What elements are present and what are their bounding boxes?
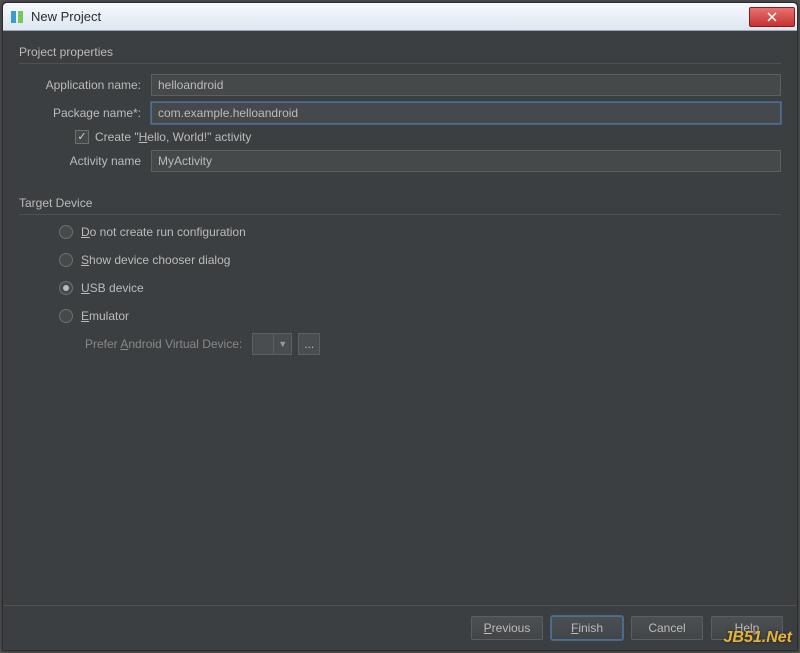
label-package-name: Package name*:	[19, 106, 151, 120]
input-activity-name[interactable]	[151, 150, 781, 172]
row-package-name: Package name*:	[19, 102, 781, 124]
finish-button[interactable]: Finish	[551, 616, 623, 640]
label-activity-name: Activity name	[19, 154, 151, 168]
dialog-window: New Project Project properties Applicati…	[2, 2, 798, 651]
label-create-hello-world: Create "Hello, World!" activity	[95, 130, 251, 144]
label-application-name: Application name:	[19, 78, 151, 92]
radio-row-emulator: Emulator	[59, 309, 781, 323]
label-usb: USB device	[81, 281, 144, 295]
label-emulator: Emulator	[81, 309, 129, 323]
help-button[interactable]: Help	[711, 616, 783, 640]
label-no-config: Do not create run configuration	[81, 225, 246, 239]
browse-avd-button[interactable]: ...	[298, 333, 320, 355]
radio-usb[interactable]	[59, 281, 73, 295]
target-device-section: Target Device Do not create run configur…	[19, 196, 781, 355]
row-activity-name: Activity name	[19, 150, 781, 172]
radio-group-target-device: Do not create run configuration Show dev…	[59, 225, 781, 355]
checkbox-create-hello-world[interactable]	[75, 130, 89, 144]
previous-button[interactable]: Previous	[471, 616, 543, 640]
window-title: New Project	[31, 9, 749, 24]
radio-chooser[interactable]	[59, 253, 73, 267]
close-button[interactable]	[749, 7, 795, 27]
separator	[19, 214, 781, 215]
label-prefer-avd: Prefer Android Virtual Device:	[85, 337, 242, 351]
separator	[19, 63, 781, 64]
chevron-down-icon: ▼	[273, 334, 291, 354]
titlebar: New Project	[3, 3, 797, 31]
app-icon	[9, 9, 25, 25]
project-properties-section: Project properties Application name: Pac…	[19, 45, 781, 172]
combo-avd[interactable]: ▼	[252, 333, 292, 355]
radio-row-usb: USB device	[59, 281, 781, 295]
radio-no-config[interactable]	[59, 225, 73, 239]
input-application-name[interactable]	[151, 74, 781, 96]
section-title-target-device: Target Device	[19, 196, 781, 212]
section-title-project-properties: Project properties	[19, 45, 781, 61]
row-application-name: Application name:	[19, 74, 781, 96]
radio-row-chooser: Show device chooser dialog	[59, 253, 781, 267]
row-create-hello-world: Create "Hello, World!" activity	[75, 130, 781, 144]
close-icon	[767, 12, 777, 22]
radio-row-no-config: Do not create run configuration	[59, 225, 781, 239]
row-prefer-avd: Prefer Android Virtual Device: ▼ ...	[85, 333, 781, 355]
input-package-name[interactable]	[151, 102, 781, 124]
label-chooser: Show device chooser dialog	[81, 253, 230, 267]
radio-emulator[interactable]	[59, 309, 73, 323]
dialog-footer: Previous Finish Cancel Help	[3, 605, 797, 650]
cancel-button[interactable]: Cancel	[631, 616, 703, 640]
dialog-content: Project properties Application name: Pac…	[3, 31, 797, 605]
